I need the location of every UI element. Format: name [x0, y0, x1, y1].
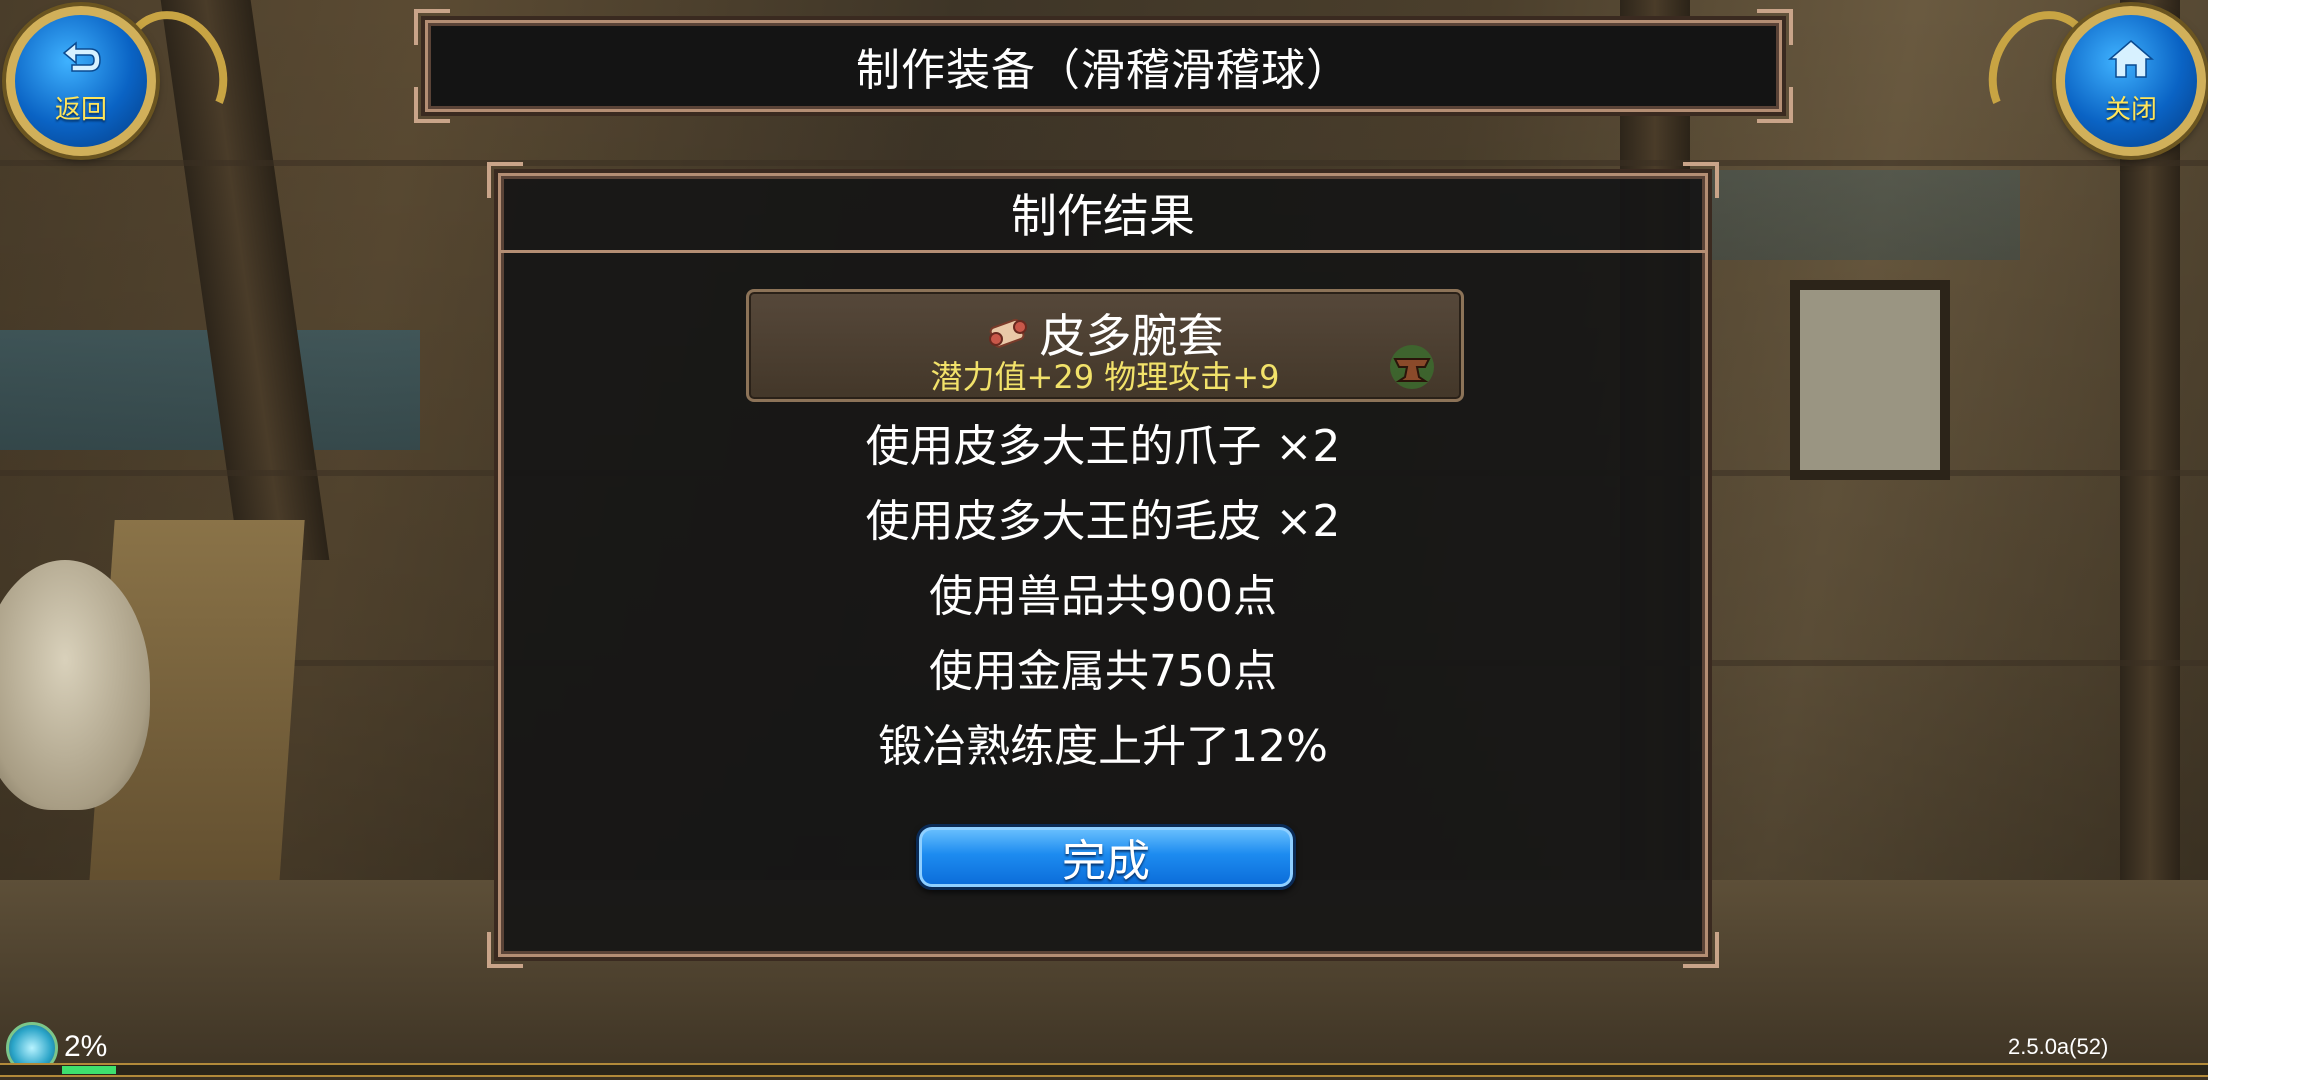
- material-usage-list: 使用皮多大王的爪子 ×2 使用皮多大王的毛皮 ×2 使用兽品共900点 使用金属…: [501, 409, 1705, 784]
- experience-bar-fill: [62, 1066, 116, 1074]
- home-icon: [2106, 37, 2156, 85]
- list-item: 使用皮多大王的毛皮 ×2: [865, 496, 1341, 547]
- window-title-bar: 制作装备（滑稽滑稽球）: [414, 9, 1793, 123]
- scroll-icon: [986, 315, 1030, 351]
- experience-bar: [0, 1063, 2208, 1077]
- list-item: 使用兽品共900点: [929, 571, 1277, 622]
- back-button[interactable]: 返回: [6, 6, 156, 156]
- screen-margin: [2208, 0, 2310, 1080]
- close-button-label: 关闭: [2104, 94, 2157, 125]
- done-button-label: 完成: [1062, 836, 1150, 887]
- done-button[interactable]: 完成: [916, 824, 1296, 890]
- experience-percent: 2%: [64, 1030, 108, 1063]
- panel-title: 制作结果: [1011, 189, 1195, 243]
- page-title: 制作装备（滑稽滑稽球）: [856, 45, 1351, 96]
- back-button-label: 返回: [54, 94, 107, 125]
- panel-header: 制作结果: [501, 176, 1705, 253]
- list-item: 使用皮多大王的爪子 ×2: [865, 421, 1341, 472]
- return-arrow-icon: [56, 37, 106, 85]
- close-button[interactable]: 关闭: [2056, 6, 2206, 156]
- list-item: 使用金属共750点: [929, 646, 1277, 697]
- anvil-icon: [1385, 341, 1439, 391]
- craft-result-panel: 制作结果 皮多腕套 潜力值+29 物理攻击+9 使用皮多大王的爪子 ×2 使用皮…: [487, 162, 1719, 968]
- crafted-item-card: 皮多腕套 潜力值+29 物理攻击+9: [746, 289, 1464, 402]
- item-stats: 潜力值+29 物理攻击+9: [930, 358, 1280, 396]
- list-item: 锻冶熟练度上升了12%: [878, 721, 1328, 772]
- version-label: 2.5.0a(52): [2008, 1034, 2109, 1059]
